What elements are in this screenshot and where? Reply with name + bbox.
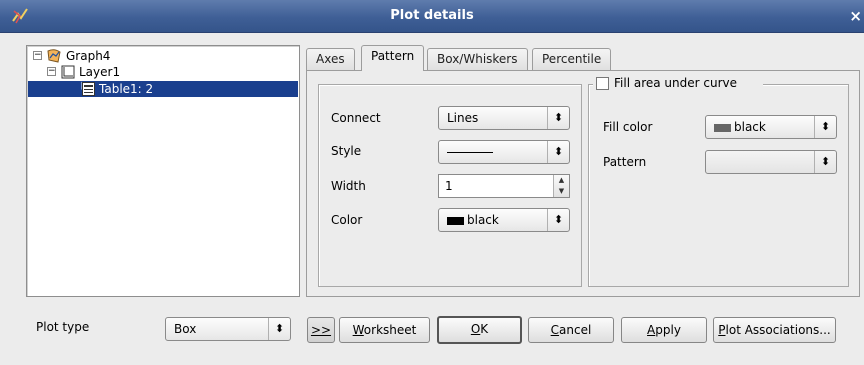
button-label: ancel bbox=[559, 323, 592, 337]
tree-item-label: Graph4 bbox=[66, 49, 111, 63]
title-bar: Plot details × bbox=[0, 0, 864, 33]
plot-type-value: Box bbox=[174, 322, 197, 336]
style-label: Style bbox=[331, 144, 362, 158]
spin-arrows-icon[interactable]: ▲ ▼ bbox=[553, 175, 569, 197]
tree-item-label: Layer1 bbox=[79, 65, 121, 79]
updown-arrow-icon: ⬍ bbox=[547, 141, 569, 163]
tab-percentile[interactable]: Percentile bbox=[532, 48, 612, 70]
fill-color-select[interactable]: black ⬍ bbox=[705, 115, 837, 139]
plot-type-select[interactable]: Box ⬍ bbox=[165, 317, 291, 341]
cancel-button[interactable]: Cancel bbox=[528, 317, 614, 343]
pattern-label: Pattern bbox=[603, 155, 647, 169]
ok-button[interactable]: OK bbox=[437, 316, 522, 344]
mnemonic: O bbox=[470, 322, 481, 336]
width-value: 1 bbox=[445, 179, 453, 193]
fill-color-value: black bbox=[734, 120, 766, 134]
pattern-panel: Connect Lines ⬍ Style ⬍ Width 1 ▲ ▼ Color… bbox=[306, 70, 860, 297]
connect-label: Connect bbox=[331, 111, 381, 125]
color-swatch bbox=[447, 216, 464, 225]
mnemonic: P bbox=[718, 323, 726, 337]
pattern-select[interactable]: ⬍ bbox=[705, 150, 837, 174]
plot-associations-button[interactable]: Plot Associations... bbox=[713, 317, 836, 343]
collapse-icon[interactable]: − bbox=[33, 51, 42, 60]
tree-item-table1[interactable]: └ Table1: 2 bbox=[28, 81, 298, 97]
color-select[interactable]: black ⬍ bbox=[438, 208, 570, 232]
tree-item-graph4[interactable]: − Graph4 bbox=[33, 48, 293, 64]
close-icon[interactable]: × bbox=[849, 7, 862, 25]
graph-icon bbox=[47, 49, 61, 63]
toggle-options-label: >> bbox=[310, 323, 332, 337]
fill-area-label: Fill area under curve bbox=[614, 76, 737, 90]
toggle-options-button[interactable]: >> bbox=[307, 317, 335, 343]
plot-tree[interactable]: − Graph4 − Layer1 └ Table1: 2 bbox=[26, 45, 300, 297]
color-value: black bbox=[467, 213, 499, 227]
tab-widget: Axes Pattern Box/Whiskers Percentile Con… bbox=[306, 45, 860, 297]
tree-item-label: Table1: 2 bbox=[99, 82, 154, 96]
button-label: pply bbox=[655, 323, 681, 337]
line-group: Connect Lines ⬍ Style ⬍ Width 1 ▲ ▼ Color… bbox=[318, 84, 582, 287]
apply-button[interactable]: Apply bbox=[621, 317, 707, 343]
updown-arrow-icon: ⬍ bbox=[814, 151, 836, 173]
window-title: Plot details bbox=[390, 8, 474, 23]
tab-axes[interactable]: Axes bbox=[306, 48, 355, 70]
collapse-icon[interactable]: − bbox=[47, 67, 56, 76]
button-label: orksheet bbox=[363, 323, 417, 337]
updown-arrow-icon: ⬍ bbox=[547, 107, 569, 129]
updown-arrow-icon: ⬍ bbox=[268, 318, 290, 340]
button-label: K bbox=[480, 322, 489, 336]
width-spinbox[interactable]: 1 ▲ ▼ bbox=[438, 174, 570, 198]
table-icon bbox=[82, 82, 95, 96]
color-label: Color bbox=[331, 213, 363, 227]
worksheet-button[interactable]: Worksheet bbox=[339, 317, 430, 343]
updown-arrow-icon: ⬍ bbox=[814, 116, 836, 138]
updown-arrow-icon: ⬍ bbox=[547, 209, 569, 231]
tab-pattern[interactable]: Pattern bbox=[361, 45, 425, 71]
width-label: Width bbox=[331, 179, 366, 193]
button-label: lot Associations... bbox=[725, 323, 831, 337]
connect-select[interactable]: Lines ⬍ bbox=[438, 106, 570, 130]
mnemonic: C bbox=[550, 323, 560, 337]
line-style-swatch bbox=[447, 152, 493, 153]
fill-group: Fill area under curve Fill color black ⬍… bbox=[588, 76, 849, 287]
layer-icon bbox=[61, 65, 75, 79]
fill-group-header: Fill area under curve bbox=[593, 76, 763, 92]
plot-type-label: Plot type bbox=[36, 320, 90, 334]
style-select[interactable]: ⬍ bbox=[438, 140, 570, 164]
tab-box-whiskers[interactable]: Box/Whiskers bbox=[427, 48, 528, 70]
fill-color-label: Fill color bbox=[603, 120, 653, 134]
tree-item-layer1[interactable]: − Layer1 bbox=[47, 64, 293, 80]
mnemonic: W bbox=[352, 323, 364, 337]
connect-value: Lines bbox=[447, 111, 479, 125]
fill-area-checkbox[interactable] bbox=[596, 77, 609, 90]
fill-color-swatch bbox=[714, 123, 731, 132]
